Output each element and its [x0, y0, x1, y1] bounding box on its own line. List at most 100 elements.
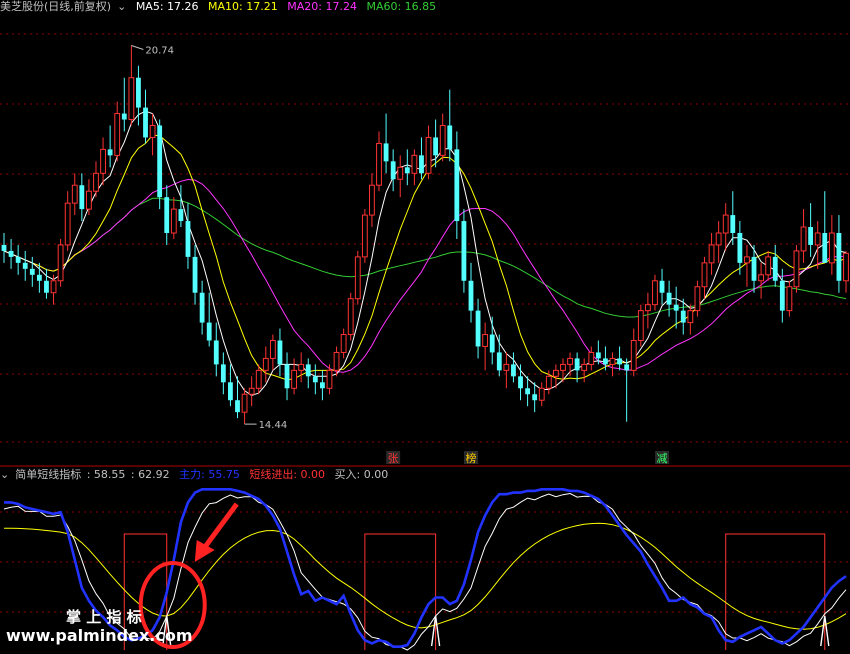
candle-body: [800, 226, 807, 252]
candle-body: [779, 280, 785, 311]
candle-body: [178, 209, 184, 222]
candle-body: [525, 388, 531, 395]
candle-body: [715, 232, 722, 246]
candle-body: [347, 298, 354, 336]
candle-body: [50, 280, 57, 294]
candle-body: [79, 185, 85, 210]
candle-body: [552, 369, 559, 377]
candle: [157, 119, 163, 210]
candle-body: [277, 340, 283, 365]
candle-body: [617, 358, 622, 365]
candle-body: [461, 221, 467, 281]
stock-name[interactable]: 美芝股份: [0, 0, 44, 13]
candle-body: [291, 369, 298, 389]
candle-body: [511, 364, 516, 377]
candle: [793, 244, 800, 293]
candle-body: [228, 382, 233, 401]
candle-body: [751, 256, 757, 281]
candle-body: [185, 221, 191, 257]
candle-body: [659, 280, 665, 293]
candle: [461, 209, 467, 293]
candle-body: [305, 364, 311, 377]
candle-body: [241, 393, 248, 413]
main-force-value: 主力: 55.75: [179, 468, 240, 481]
candle-body: [340, 334, 347, 353]
high-price-label: 20.74: [145, 45, 174, 56]
candle-body: [29, 268, 35, 275]
candle-body: [433, 137, 439, 156]
candle-body: [57, 244, 64, 282]
low-price-label: 14.44: [259, 420, 288, 431]
candle-body: [64, 202, 71, 246]
candle-body: [71, 184, 78, 204]
candle-body: [255, 369, 262, 389]
candle-body: [269, 340, 276, 359]
candle-body: [722, 214, 729, 234]
candle-body: [319, 382, 325, 389]
candle-body: [673, 304, 679, 311]
candle-body: [687, 310, 694, 324]
settings-dropdown-icon[interactable]: ⌄: [0, 468, 9, 481]
candle-body: [652, 280, 658, 306]
ma10-label: MA10: 17.21: [208, 0, 278, 13]
candle-body: [390, 161, 396, 180]
candle-body: [114, 113, 121, 156]
candle-body: [630, 340, 637, 371]
candle-body: [369, 184, 375, 216]
candle-body: [36, 274, 42, 281]
event-marker: 榜: [465, 451, 476, 465]
candle-body: [468, 280, 474, 311]
settings-dropdown-icon[interactable]: ⌄: [117, 0, 126, 13]
buy-value: 买入: 0.00: [334, 468, 389, 481]
candle: [57, 238, 64, 287]
candle-body: [482, 334, 489, 347]
candle-body: [708, 244, 715, 264]
candle-body: [333, 351, 340, 371]
candle-body: [22, 262, 28, 269]
candle: [347, 292, 354, 341]
candle-body: [312, 376, 318, 383]
candle-body: [361, 214, 368, 258]
candle-body: [595, 352, 601, 359]
ma60-label: MA60: 16.85: [366, 0, 437, 13]
stock-chart: 20.74 14.44 张 榜 减: [0, 0, 850, 654]
period-label: (日线,前复权): [44, 0, 112, 13]
candle-body: [419, 155, 424, 174]
candle-body: [136, 77, 141, 108]
candle-body: [383, 143, 389, 162]
candle-body: [560, 363, 566, 371]
candle-body: [793, 250, 800, 288]
candle-body: [772, 256, 778, 281]
candle-body: [149, 125, 156, 138]
main-header: 美芝股份(日线,前复权) ⌄ MA5: 17.26 MA10: 17.21 MA2…: [0, 0, 442, 14]
candle-body: [1, 244, 7, 251]
candle-body: [143, 107, 148, 138]
candle-body: [93, 172, 99, 192]
candle-body: [206, 322, 212, 341]
candle-body: [836, 233, 842, 281]
candle-body: [447, 125, 453, 150]
candle-body: [100, 148, 106, 174]
candle-body: [454, 149, 460, 222]
candle-body: [822, 233, 828, 263]
candle-body: [44, 280, 49, 293]
watermark-cn: 掌 上 指 标: [66, 608, 142, 626]
indicator-name[interactable]: 简单短线指标: [15, 468, 81, 481]
candle-body: [538, 387, 545, 401]
candle-body: [503, 363, 510, 371]
candle-body: [814, 232, 821, 246]
candle-body: [284, 364, 290, 389]
candle-body: [666, 292, 672, 305]
candle-body: [680, 310, 686, 323]
candle-body: [86, 190, 92, 210]
candle-body: [192, 256, 198, 293]
line2-value: : 62.92: [130, 468, 170, 481]
candle: [361, 209, 368, 263]
candle-body: [411, 154, 418, 174]
candle-body: [475, 310, 481, 347]
candle-body: [637, 310, 644, 341]
candle-body: [744, 256, 750, 264]
candle-body: [425, 136, 432, 174]
event-marker: 减: [657, 452, 668, 465]
candle-body: [220, 364, 226, 383]
